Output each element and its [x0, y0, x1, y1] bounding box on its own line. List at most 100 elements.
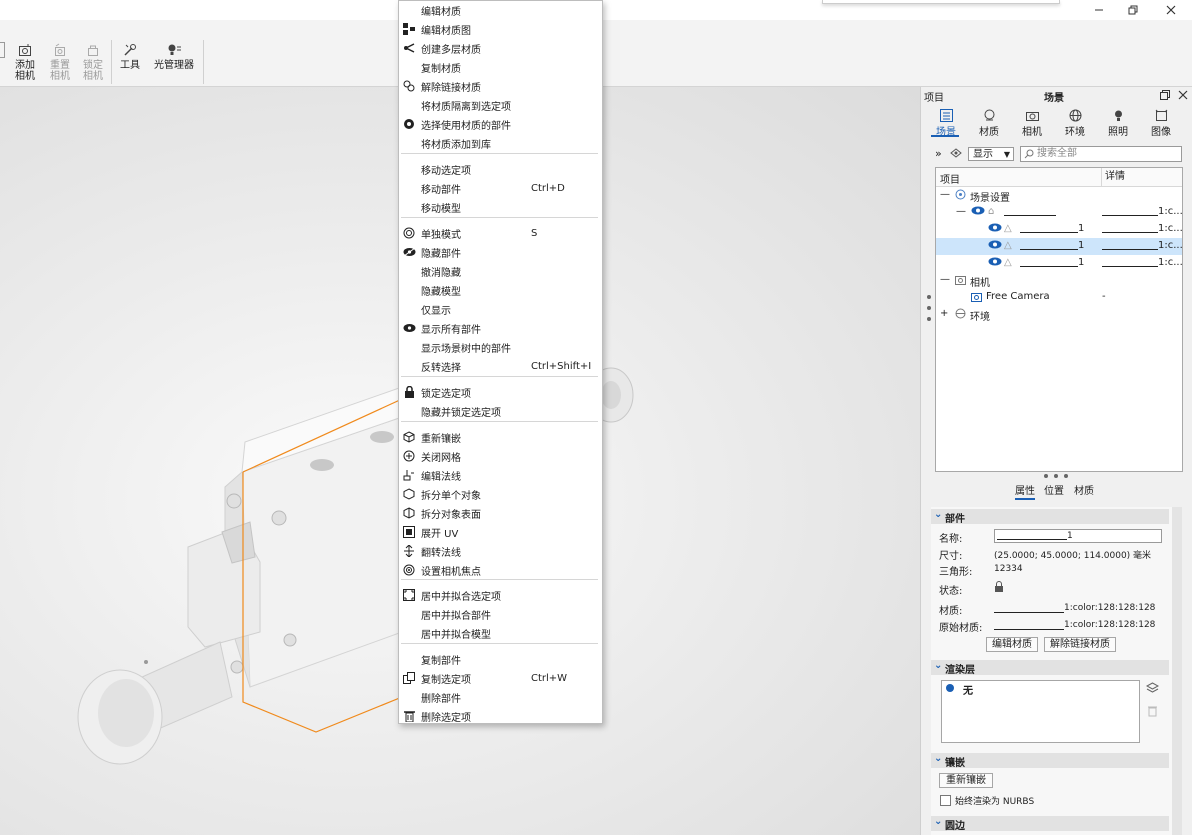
float-panel-icon[interactable]	[1159, 89, 1171, 101]
tab-camera[interactable]: 相机	[1012, 107, 1052, 138]
menu-item-label: 复制选定项	[421, 674, 471, 686]
expand-chevrons-icon[interactable]: »	[935, 147, 942, 160]
reset-camera-button[interactable]: 重置相机	[49, 42, 71, 82]
context-menu-item[interactable]: 编辑法线	[399, 466, 602, 484]
context-menu-item[interactable]: 移动部件 Ctrl+D	[399, 179, 602, 197]
context-menu-item[interactable]: 隐藏并锁定选定项	[399, 402, 602, 420]
tree-row-model[interactable]: — ⌂ 1:c...	[936, 204, 1183, 221]
lock-state-icon[interactable]	[994, 581, 1004, 595]
visibility-eye-icon[interactable]	[988, 257, 1002, 269]
context-menu-item[interactable]: 显示所有部件	[399, 319, 602, 337]
context-menu-item[interactable]: 复制材质	[399, 58, 602, 76]
add-camera-button[interactable]: 添加相机	[14, 42, 36, 82]
close-window-button[interactable]	[1152, 0, 1190, 20]
tree-row-scene-settings[interactable]: — 场景设置	[936, 187, 1182, 204]
tab-material[interactable]: 材质	[969, 107, 1009, 138]
delete-layer-icon[interactable]	[1147, 705, 1158, 720]
retessellate-button[interactable]: 重新镶嵌	[939, 773, 993, 788]
tree-row-part[interactable]: △ 1 1:c...	[936, 221, 1183, 238]
context-menu-item[interactable]: 居中并拟合模型	[399, 624, 602, 642]
tree-row-free-camera[interactable]: Free Camera -	[936, 289, 1182, 306]
visibility-eye-icon[interactable]	[988, 223, 1002, 235]
splitter-handle-horizontal[interactable]	[1044, 474, 1068, 478]
context-menu-item[interactable]: 拆分对象表面	[399, 504, 602, 522]
tools-button[interactable]: 工具	[120, 42, 140, 71]
context-menu-item[interactable]: 解除链接材质	[399, 77, 602, 95]
context-menu-item[interactable]: 仅显示	[399, 300, 602, 318]
subtab-material[interactable]: 材质	[1074, 482, 1094, 497]
context-menu-item[interactable]: 选择使用材质的部件	[399, 115, 602, 133]
add-camera-icon	[17, 42, 33, 58]
context-menu-item[interactable]: 展开 UV	[399, 523, 602, 541]
tab-lighting[interactable]: 照明	[1098, 107, 1138, 138]
section-header-tessellation[interactable]: ⌄ 镶嵌	[931, 753, 1169, 769]
context-menu-item[interactable]: 隐藏模型	[399, 281, 602, 299]
context-menu-item[interactable]: 单独模式 S	[399, 224, 602, 242]
subtab-attributes[interactable]: 属性	[1015, 482, 1035, 500]
tree-row-part[interactable]: △ 1 1:c...	[936, 255, 1183, 272]
context-menu-item[interactable]: 显示场景树中的部件	[399, 338, 602, 356]
show-dropdown[interactable]: 显示 ▼	[968, 147, 1014, 161]
properties-scrollbar[interactable]	[1172, 507, 1182, 835]
tree-row-cameras[interactable]: — 相机	[936, 272, 1182, 289]
context-menu-item[interactable]: 设置相机焦点	[399, 561, 602, 579]
render-layer-item[interactable]: 无	[963, 682, 973, 697]
section-header-render-layer[interactable]: ⌄ 渲染层	[931, 660, 1169, 676]
context-menu-item[interactable]: 关闭网格	[399, 447, 602, 465]
collapse-icon[interactable]: —	[940, 274, 950, 285]
close-panel-icon[interactable]	[1177, 89, 1189, 101]
context-menu-item[interactable]: 复制部件	[399, 650, 602, 668]
menu-item-label: 隐藏模型	[421, 286, 461, 298]
section-header-part[interactable]: ⌄ 部件	[931, 509, 1169, 525]
context-menu-item[interactable]: 创建多层材质	[399, 39, 602, 57]
restore-button[interactable]	[1114, 0, 1152, 20]
menu-item-label: 展开 UV	[421, 528, 459, 540]
context-menu-item[interactable]: 将材质隔离到选定项	[399, 96, 602, 114]
context-menu-item[interactable]: 重新镶嵌	[399, 428, 602, 446]
tab-camera-label: 相机	[1022, 127, 1042, 138]
context-menu-item[interactable]: 移动选定项	[399, 160, 602, 178]
collapse-icon[interactable]: —	[940, 189, 950, 200]
minimize-button[interactable]	[1080, 0, 1118, 20]
context-menu-item[interactable]: 删除选定项	[399, 707, 602, 725]
tree-filter-bar: » 显示 ▼ 搜索全部	[921, 144, 1192, 166]
edit-material-button[interactable]: 编辑材质	[986, 637, 1038, 652]
context-menu-item[interactable]: 删除部件	[399, 688, 602, 706]
collapse-icon[interactable]: —	[956, 206, 966, 217]
context-menu-item[interactable]: 移动模型	[399, 198, 602, 216]
subtab-position[interactable]: 位置	[1044, 482, 1064, 497]
expand-icon[interactable]: +	[940, 308, 948, 319]
context-menu-item[interactable]: 居中并拟合选定项	[399, 586, 602, 604]
search-input[interactable]: 搜索全部	[1020, 146, 1182, 162]
add-layer-icon[interactable]	[1145, 682, 1160, 697]
nurbs-checkbox[interactable]	[940, 795, 951, 806]
context-menu-item[interactable]: 翻转法线	[399, 542, 602, 560]
context-menu-item[interactable]: 将材质添加到库	[399, 134, 602, 152]
context-menu-item[interactable]: 居中并拟合部件	[399, 605, 602, 623]
context-menu-item[interactable]: 拆分单个对象	[399, 485, 602, 503]
unlink-material-button[interactable]: 解除链接材质	[1044, 637, 1116, 652]
context-menu-item[interactable]: 复制选定项 Ctrl+W	[399, 669, 602, 687]
visibility-eye-icon[interactable]	[988, 240, 1002, 252]
section-header-round-edges[interactable]: ⌄ 圆边	[931, 816, 1169, 832]
splitter-handle[interactable]	[927, 295, 931, 321]
context-menu-item[interactable]: 编辑材质	[399, 1, 602, 19]
scene-filter-icon[interactable]	[949, 147, 963, 163]
tab-scene[interactable]: 场景	[926, 107, 966, 138]
context-menu-item[interactable]: 锁定选定项	[399, 383, 602, 401]
visibility-eye-icon[interactable]	[971, 206, 985, 218]
tree-row-environment[interactable]: + 环境	[936, 306, 1182, 323]
tab-image[interactable]: 图像	[1141, 107, 1181, 138]
context-menu-item[interactable]: 撤消隐藏	[399, 262, 602, 280]
name-field[interactable]: 1	[994, 529, 1162, 543]
lock-camera-button[interactable]: 锁定相机	[82, 42, 104, 82]
light-manager-button[interactable]: 光管理器	[154, 42, 194, 71]
select-by-material-icon	[402, 117, 416, 131]
search-icon	[1024, 149, 1034, 159]
context-menu-item[interactable]: 隐藏部件	[399, 243, 602, 261]
tree-row-part-selected[interactable]: △ 1 1:c...	[936, 238, 1183, 255]
tree-col-item: 项目	[940, 175, 960, 186]
context-menu-item[interactable]: 编辑材质图	[399, 20, 602, 38]
context-menu-item[interactable]: 反转选择 Ctrl+Shift+I	[399, 357, 602, 375]
tab-environment[interactable]: 环境	[1055, 107, 1095, 138]
